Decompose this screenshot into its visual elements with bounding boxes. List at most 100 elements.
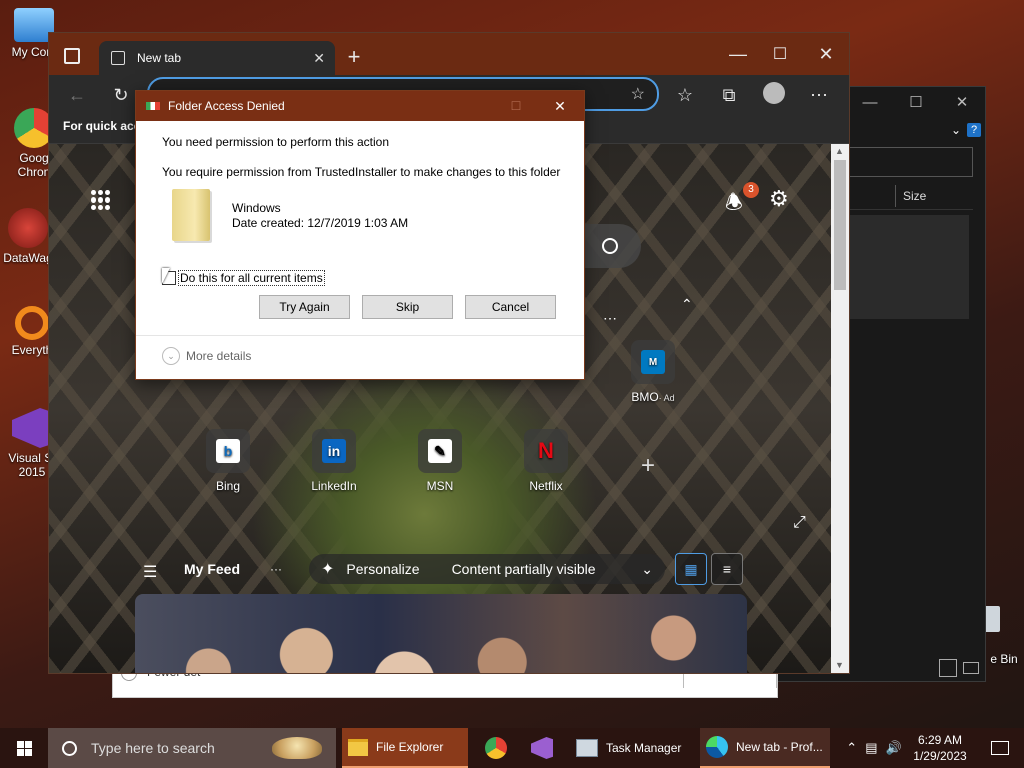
- tab-actions-icon[interactable]: [59, 45, 85, 67]
- favorite-star-icon[interactable]: ☆: [631, 84, 645, 104]
- close-icon[interactable]: ✕: [939, 93, 985, 111]
- shortcuts-more-icon[interactable]: ⋯: [603, 310, 617, 327]
- windows-logo-icon: [16, 740, 32, 756]
- dialog-title-bar: Folder Access Denied ☐ ✕: [136, 91, 584, 121]
- folder-flag-icon: [146, 102, 160, 110]
- notification-badge: 3: [743, 182, 759, 198]
- netflix-icon: N: [538, 438, 554, 463]
- edge-icon: [706, 736, 728, 758]
- close-icon[interactable]: ✕: [811, 41, 841, 67]
- list-layout-icon[interactable]: ≡: [711, 553, 743, 585]
- feed-news-image[interactable]: [135, 594, 747, 673]
- folder-date-created: Date created: 12/7/2019 1:03 AM: [232, 216, 409, 230]
- more-details-label: More details: [186, 349, 252, 363]
- bing-icon: b: [216, 439, 240, 463]
- visual-studio-icon: [531, 737, 553, 759]
- volume-icon[interactable]: 🔊: [886, 740, 902, 756]
- scroll-up-icon[interactable]: ▲: [835, 146, 844, 156]
- shortcut-logo-box: b: [206, 429, 250, 473]
- shortcut-msn[interactable]: ✎ MSN: [400, 429, 480, 493]
- explorer-ribbon: ⌄ ?: [849, 119, 985, 141]
- show-hidden-icons-chevron-icon[interactable]: ⌃: [846, 740, 857, 756]
- my-feed-tab[interactable]: My Feed: [184, 561, 240, 577]
- scroll-thumb[interactable]: [834, 160, 846, 290]
- system-tray: ⌃ ▤ 🔊: [836, 728, 912, 768]
- profile-avatar-icon[interactable]: [763, 82, 785, 104]
- task-manager-icon: [576, 739, 598, 757]
- maximize-icon[interactable]: ☐: [893, 93, 939, 111]
- taskbar-search-placeholder: Type here to search: [91, 740, 215, 756]
- folder-icon: [172, 189, 210, 241]
- maximize-icon[interactable]: ☐: [765, 41, 795, 67]
- start-button[interactable]: [0, 728, 48, 768]
- minimize-icon[interactable]: —: [723, 41, 753, 67]
- size-column-header[interactable]: Size: [903, 189, 926, 203]
- cancel-button[interactable]: Cancel: [465, 295, 556, 319]
- personalize-button[interactable]: ✦ Personalize Content partially visible …: [309, 554, 665, 584]
- shortcut-bing[interactable]: b Bing: [188, 429, 268, 493]
- search-icon: [62, 740, 77, 756]
- tab-title: New tab: [137, 51, 182, 65]
- explorer-file-rows: [849, 215, 969, 319]
- scroll-down-icon[interactable]: ▼: [835, 660, 844, 670]
- apply-all-checkbox-label[interactable]: Do this for all current items: [178, 270, 325, 286]
- taskbar-clock[interactable]: 6:29 AM 1/29/2023: [912, 728, 968, 768]
- linkedin-icon: in: [322, 439, 346, 463]
- vertical-scrollbar[interactable]: ▲ ▼: [831, 144, 849, 673]
- help-icon[interactable]: ?: [967, 123, 981, 137]
- network-icon[interactable]: ▤: [865, 740, 877, 756]
- close-tab-icon[interactable]: ✕: [313, 50, 325, 67]
- tab-new-tab[interactable]: New tab ✕: [99, 41, 335, 75]
- taskbar-visual-studio[interactable]: [522, 728, 562, 768]
- explorer-search-box[interactable]: [849, 147, 973, 177]
- shortcut-label: Bing: [215, 479, 241, 493]
- taskbar-chrome[interactable]: [476, 728, 516, 768]
- recycle-bin-icon: [984, 606, 1000, 632]
- dialog-title: Folder Access Denied: [168, 99, 285, 113]
- visual-studio-icon: [12, 408, 52, 448]
- dialog-message-line1: You need permission to perform this acti…: [162, 135, 390, 149]
- more-details-toggle[interactable]: ⌄ More details: [162, 347, 251, 365]
- favorites-icon[interactable]: ☆: [673, 83, 697, 107]
- taskbar-search-box[interactable]: Type here to search: [48, 728, 336, 768]
- taskbar-item-label: File Explorer: [376, 740, 444, 754]
- add-shortcut-plus-icon[interactable]: +: [641, 452, 655, 480]
- shortcut-linkedin[interactable]: in LinkedIn: [294, 429, 374, 493]
- explorer-status-bar: [849, 657, 985, 679]
- feed-menu-icon[interactable]: ☰: [143, 562, 157, 582]
- bmo-icon: M: [641, 350, 665, 374]
- feed-more-icon[interactable]: ···: [270, 562, 282, 576]
- chrome-icon: [485, 737, 507, 759]
- desktop-icon-recycle-bin[interactable]: e Bin: [984, 606, 1024, 666]
- expand-arrows-icon[interactable]: ⤢: [793, 514, 806, 532]
- collections-icon[interactable]: ⧉: [717, 83, 741, 107]
- taskbar-edge[interactable]: New tab - Prof...: [700, 728, 830, 768]
- new-tab-plus-icon[interactable]: +: [341, 44, 367, 69]
- details-view-icon[interactable]: [939, 659, 957, 677]
- web-search-button[interactable]: [579, 224, 641, 268]
- refresh-icon[interactable]: ↻: [109, 83, 133, 107]
- taskbar-task-manager[interactable]: Task Manager: [570, 728, 698, 768]
- notifications-bell-icon[interactable]: 🕭: [725, 188, 743, 222]
- minimize-icon[interactable]: —: [847, 94, 893, 111]
- collapse-chevron-up-icon[interactable]: ⌃: [681, 296, 693, 313]
- dialog-divider: [136, 335, 584, 336]
- grid-layout-icon[interactable]: ▦: [675, 553, 707, 585]
- try-again-button[interactable]: Try Again: [259, 295, 350, 319]
- close-icon[interactable]: ✕: [536, 98, 584, 115]
- search-icon: [602, 238, 618, 254]
- shortcut-bmo-ad[interactable]: M BMO· Ad: [613, 340, 693, 404]
- back-arrow-icon[interactable]: ←: [65, 83, 89, 107]
- shortcut-netflix[interactable]: N Netflix: [506, 429, 586, 493]
- app-launcher-icon[interactable]: [91, 190, 111, 210]
- skip-button[interactable]: Skip: [362, 295, 453, 319]
- taskbar-file-explorer[interactable]: File Explorer: [342, 728, 468, 768]
- taskbar-item-label: Task Manager: [606, 741, 682, 755]
- ad-label: · Ad: [658, 393, 675, 403]
- tiles-view-icon[interactable]: [963, 662, 979, 674]
- action-center-button[interactable]: [980, 728, 1020, 768]
- chevron-down-icon[interactable]: ⌄: [951, 123, 961, 137]
- settings-more-icon[interactable]: ⋯: [807, 83, 831, 107]
- page-settings-gear-icon[interactable]: ⚙: [769, 186, 789, 212]
- mouse-cursor-icon: [162, 268, 170, 284]
